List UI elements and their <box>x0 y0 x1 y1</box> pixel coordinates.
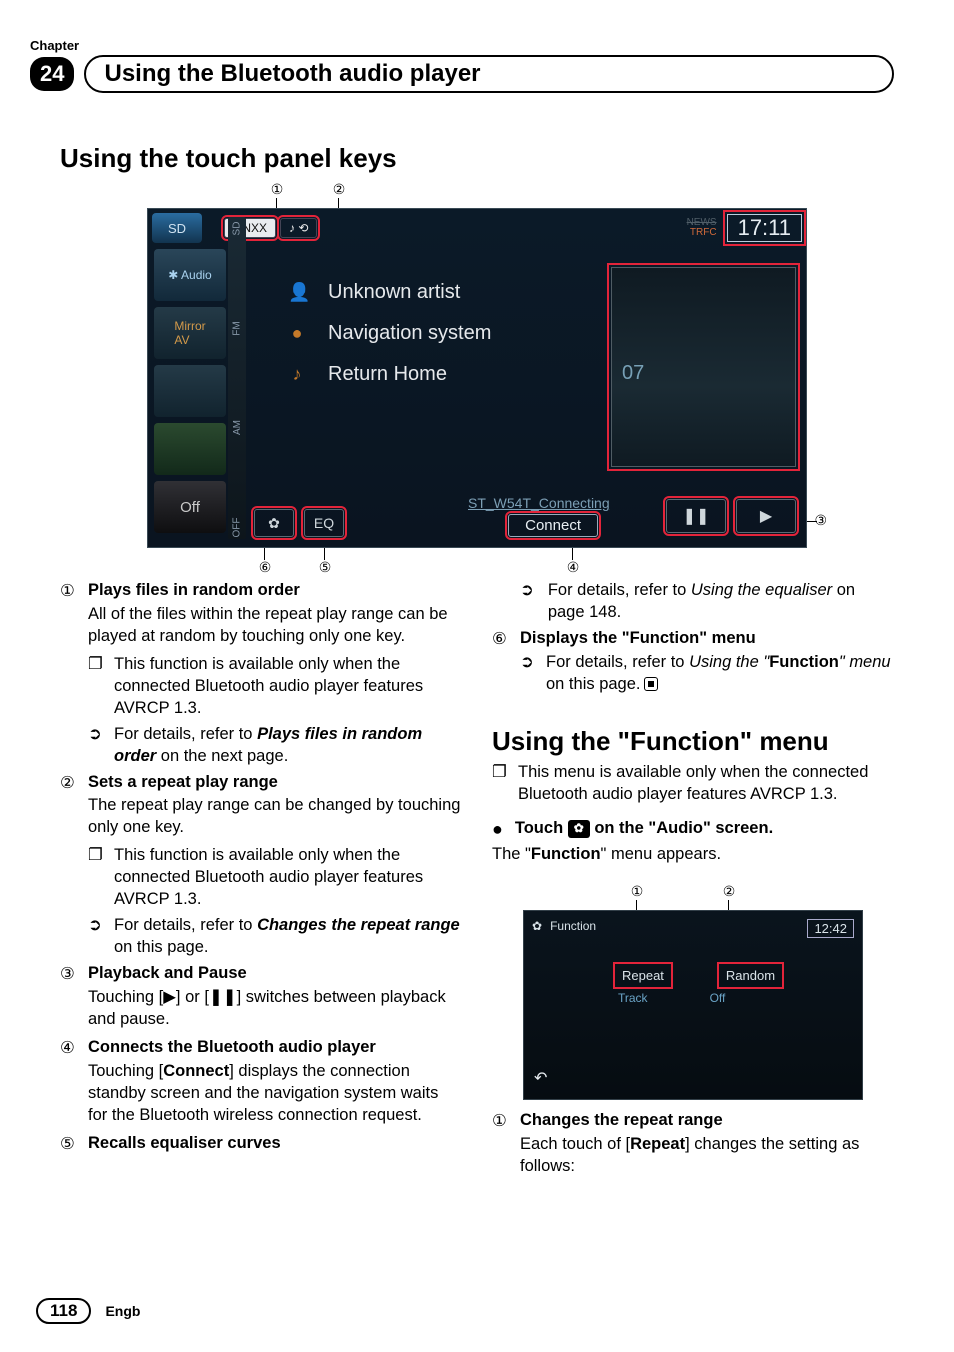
note-icon: ❐ <box>492 762 508 806</box>
note-icon: ❐ <box>88 654 104 720</box>
clock: 17:11 <box>727 214 802 242</box>
device-screenshot-1: ① ② SD ONXX ♪ ⟲ NEWS TRFC 17:11 SD FM AM… <box>147 186 807 570</box>
chapter-header: 24 Using the Bluetooth audio player <box>30 55 894 93</box>
refer-icon <box>88 724 104 768</box>
item-4-text: Touching [Connect] displays the connecti… <box>60 1061 462 1127</box>
track-icon: ♪ <box>288 364 306 385</box>
item-1-text: All of the files within the repeat play … <box>60 604 462 648</box>
section-end-icon <box>644 677 658 691</box>
gear-icon: ✿ <box>532 919 542 935</box>
bullet-5: ⑤ <box>60 1133 78 1155</box>
callout-1b: ① <box>629 884 645 900</box>
item-6-ref: For details, refer to Using the "Functio… <box>546 652 894 696</box>
device-screenshot-2: ① ② ✿Function 12:42 Repeat Random Track … <box>523 888 863 1100</box>
play-button[interactable]: ▶ <box>736 499 796 533</box>
function-screen: ✿Function 12:42 Repeat Random Track Off … <box>523 910 863 1100</box>
source-off[interactable]: Off <box>154 481 226 533</box>
source-mirror-av[interactable]: MirrorAV <box>154 307 226 359</box>
refer-icon <box>88 915 104 959</box>
item-2-note: This function is available only when the… <box>114 845 462 911</box>
random-value: Off <box>710 991 726 1007</box>
item-1-head: Plays files in random order <box>88 580 300 602</box>
section-title-touch-panel: Using the touch panel keys <box>60 143 894 174</box>
bullet-6: ⑥ <box>492 628 510 650</box>
bullet-3: ③ <box>60 963 78 985</box>
connection-status: ST_W54T_Connecting <box>468 495 610 511</box>
function-note: This menu is available only when the con… <box>518 762 894 806</box>
source-bt-audio[interactable]: ✱ Audio <box>154 249 226 301</box>
page-number: 118 <box>36 1298 91 1324</box>
pause-button[interactable]: ❚❚ <box>666 499 726 533</box>
item2-1-head: Changes the repeat range <box>520 1110 723 1132</box>
callout-6: ⑥ <box>257 560 273 576</box>
clock-2: 12:42 <box>807 919 854 938</box>
item-4-head: Connects the Bluetooth audio player <box>88 1037 376 1059</box>
artist-name: Unknown artist <box>328 281 460 304</box>
section-title-function-menu: Using the "Function" menu <box>492 724 894 759</box>
eq-button[interactable]: EQ <box>304 509 344 537</box>
item-5-head: Recalls equaliser curves <box>88 1133 281 1155</box>
item2-1-text: Each touch of [Repeat] changes the setti… <box>492 1134 894 1178</box>
connect-button[interactable]: Connect <box>508 514 598 537</box>
note-icon: ❐ <box>88 845 104 911</box>
callout-4: ④ <box>565 560 581 576</box>
album-name: Navigation system <box>328 322 491 345</box>
callout-2: ② <box>331 182 347 198</box>
source-am[interactable] <box>154 423 226 475</box>
function-header: ✿Function <box>532 919 596 935</box>
shuffle-repeat-button[interactable]: ♪ ⟲ <box>280 218 317 238</box>
device-screen: SD ONXX ♪ ⟲ NEWS TRFC 17:11 SD FM AM OFF… <box>147 208 807 548</box>
item-2-head: Sets a repeat play range <box>88 772 278 794</box>
function-menu-button[interactable]: ✿ <box>254 509 294 537</box>
repeat-button[interactable]: Repeat <box>618 967 668 984</box>
language-code: Engb <box>105 1303 140 1319</box>
item-6-head: Displays the "Function" menu <box>520 628 756 650</box>
chapter-label: Chapter <box>30 38 894 53</box>
source-fm[interactable] <box>154 365 226 417</box>
item-5-ref: For details, refer to Using the equalise… <box>548 580 894 624</box>
page-footer: 118 Engb <box>36 1298 140 1324</box>
callout-1: ① <box>269 182 285 198</box>
chapter-number-badge: 24 <box>30 57 74 91</box>
step-text: Touch ✿ on the "Audio" screen. <box>515 818 773 842</box>
now-playing-info: 👤 Unknown artist ● Navigation system ♪ Retu… <box>288 281 596 404</box>
bullet-1: ① <box>60 580 78 602</box>
random-button[interactable]: Random <box>722 967 779 984</box>
item-3-head: Playback and Pause <box>88 963 247 985</box>
callout-5: ⑤ <box>317 560 333 576</box>
back-button[interactable]: ↶ <box>534 1068 547 1089</box>
sd-tile[interactable]: SD <box>152 213 202 243</box>
track-name: Return Home <box>328 363 447 386</box>
item-2-text: The repeat play range can be changed by … <box>60 795 462 839</box>
bullet-1c: ① <box>492 1110 510 1132</box>
left-column: ① Plays files in random order All of the … <box>60 580 462 1184</box>
item-1-ref: For details, refer to Plays files in ran… <box>114 724 462 768</box>
bullet-4: ④ <box>60 1037 78 1059</box>
right-column: For details, refer to Using the equalise… <box>492 580 894 1184</box>
vertical-source-tabs[interactable]: SD FM AM OFF <box>228 217 246 539</box>
chapter-title: Using the Bluetooth audio player <box>84 55 894 93</box>
refer-icon <box>520 652 536 696</box>
refer-icon <box>520 580 538 624</box>
step-result: The "Function" menu appears. <box>492 844 894 866</box>
album-art-box: 07 <box>611 267 796 467</box>
item-3-text: Touching [▶] or [❚❚] switches between pl… <box>60 987 462 1031</box>
bullet-icon: ● <box>492 818 503 842</box>
bullet-2: ② <box>60 772 78 794</box>
step-row: ● Touch ✿ on the "Audio" screen. <box>492 818 894 842</box>
album-icon: ● <box>288 323 306 344</box>
news-trfc-indicator: NEWS TRFC <box>687 218 723 238</box>
track-number: 07 <box>622 362 644 385</box>
repeat-value: Track <box>618 991 648 1007</box>
item-2-ref: For details, refer to Changes the repeat… <box>114 915 462 959</box>
gear-icon: ✿ <box>568 820 590 838</box>
callout-2b: ② <box>721 884 737 900</box>
item-1-note: This function is available only when the… <box>114 654 462 720</box>
artist-icon: 👤 <box>288 282 306 303</box>
